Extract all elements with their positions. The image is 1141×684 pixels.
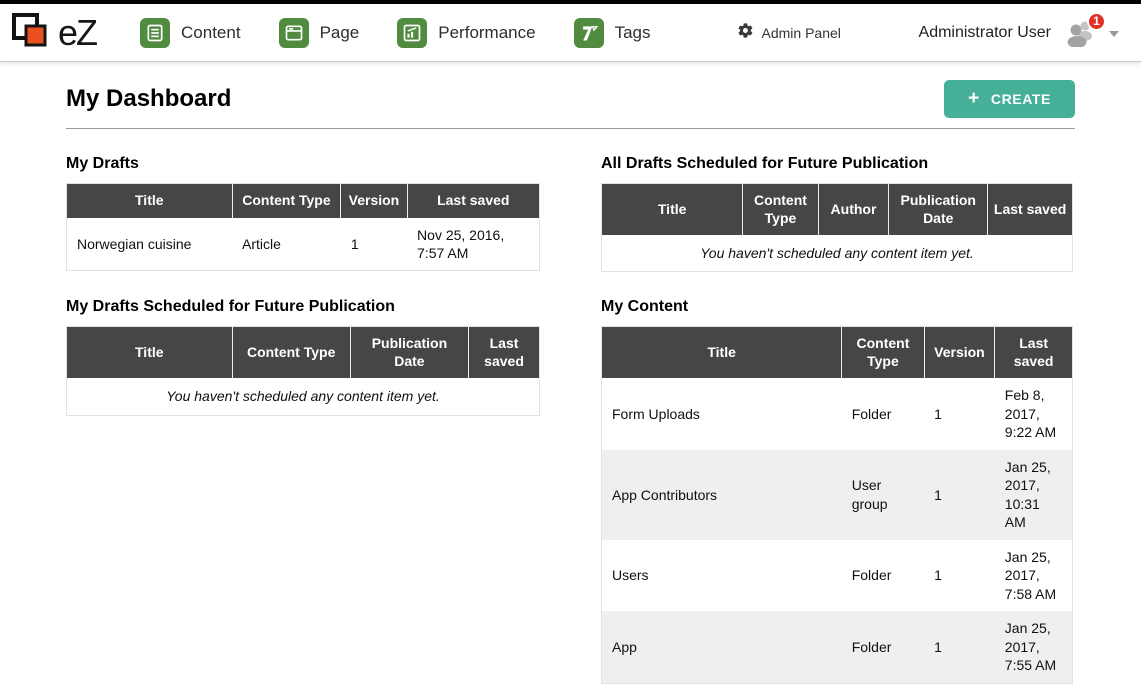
cell-title: Users [602,540,842,611]
cell-title: App Contributors [602,450,842,540]
panel-my-drafts-scheduled: My Drafts Scheduled for Future Publicati… [66,298,540,683]
ez-logo[interactable]: eZ [10,9,96,56]
cell-last-saved: Feb 8, 2017, 9:22 AM [995,378,1073,449]
table-header-row: Title Content Type Version Last saved [602,327,1073,379]
nav-label-page: Page [320,23,360,43]
table-row[interactable]: Users Folder 1 Jan 25, 2017, 7:58 AM [602,540,1073,611]
table-header-row: Title Content Type Version Last saved [67,184,540,218]
table-row[interactable]: Form Uploads Folder 1 Feb 8, 2017, 9:22 … [602,378,1073,449]
nav-label-tags: Tags [615,23,651,43]
nav-item-page[interactable]: Page [279,18,360,48]
panel-my-content: My Content Title Content Type Version La… [601,298,1073,683]
my-drafts-scheduled-table: Title Content Type Publication Date Last… [66,326,540,415]
column-header: Author [818,184,889,236]
cell-content-type: User group [842,450,924,540]
content-icon [140,18,170,48]
empty-state-message: You haven't scheduled any content item y… [602,235,1073,272]
cell-last-saved: Jan 25, 2017, 7:55 AM [995,611,1073,683]
nav-item-content[interactable]: Content [140,18,241,48]
column-header: Publication Date [350,327,468,379]
performance-chart-icon [397,18,427,48]
table-row[interactable]: Norwegian cuisine Article 1 Nov 25, 2016… [67,218,540,271]
nav-item-tags[interactable]: Tags [574,18,651,48]
column-header: Last saved [407,184,539,218]
panel-all-drafts-scheduled: All Drafts Scheduled for Future Publicat… [601,155,1073,272]
cell-version: 1 [924,378,995,449]
cell-content-type: Folder [842,540,924,611]
column-header: Publication Date [889,184,988,236]
cell-title: App [602,611,842,683]
column-header: Last saved [469,327,540,379]
column-header: Content Type [743,184,818,236]
chevron-down-icon [1109,31,1119,37]
admin-panel-label: Admin Panel [762,25,841,41]
tags-icon [574,18,604,48]
my-drafts-table: Title Content Type Version Last saved No… [66,183,540,271]
column-header: Content Type [842,327,924,379]
nav-label-performance: Performance [438,23,535,43]
my-content-table: Title Content Type Version Last saved Fo… [601,326,1073,683]
page-icon [279,18,309,48]
dashboard-main: My Dashboard + CREATE My Drafts Title Co… [0,80,1141,684]
ez-logo-text: eZ [58,15,96,51]
main-nav: Content Page Per [140,18,651,48]
table-row[interactable]: App Folder 1 Jan 25, 2017, 7:55 AM [602,611,1073,683]
my-content-heading: My Content [601,298,1073,316]
cell-last-saved: Nov 25, 2016, 7:57 AM [407,218,539,271]
cell-version: 1 [341,218,407,271]
table-header-row: Title Content Type Author Publication Da… [602,184,1073,236]
column-header: Title [67,327,233,379]
cell-version: 1 [924,611,995,683]
all-drafts-scheduled-heading: All Drafts Scheduled for Future Publicat… [601,155,1073,173]
column-header: Content Type [232,184,341,218]
page-title: My Dashboard [66,85,231,113]
ez-logo-icon [10,9,56,56]
column-header: Title [602,184,743,236]
cell-version: 1 [924,450,995,540]
cell-version: 1 [924,540,995,611]
cell-last-saved: Jan 25, 2017, 7:58 AM [995,540,1073,611]
panel-my-drafts: My Drafts Title Content Type Version Las… [66,155,540,272]
column-header: Last saved [988,184,1073,236]
dashboard-grid: My Drafts Title Content Type Version Las… [66,155,1075,684]
admin-panel-button[interactable]: Admin Panel [737,22,841,44]
empty-state-row: You haven't scheduled any content item y… [602,235,1073,272]
column-header: Content Type [232,327,350,379]
create-button-label: CREATE [991,91,1051,107]
user-name: Administrator User [919,24,1051,42]
my-drafts-heading: My Drafts [66,155,540,173]
cell-content-type: Article [232,218,341,271]
plus-icon: + [968,93,980,105]
avatar: 1 [1063,19,1097,47]
create-button[interactable]: + CREATE [944,80,1075,118]
column-header: Version [341,184,407,218]
empty-state-row: You haven't scheduled any content item y… [67,378,540,415]
table-header-row: Title Content Type Publication Date Last… [67,327,540,379]
my-drafts-scheduled-heading: My Drafts Scheduled for Future Publicati… [66,298,540,316]
cell-title: Form Uploads [602,378,842,449]
nav-item-performance[interactable]: Performance [397,18,535,48]
table-row[interactable]: App Contributors User group 1 Jan 25, 20… [602,450,1073,540]
column-header: Last saved [995,327,1073,379]
user-menu[interactable]: Administrator User 1 [919,19,1119,47]
page-header: My Dashboard + CREATE [66,80,1075,129]
column-header: Title [602,327,842,379]
cell-content-type: Folder [842,611,924,683]
cell-last-saved: Jan 25, 2017, 10:31 AM [995,450,1073,540]
empty-state-message: You haven't scheduled any content item y… [67,378,540,415]
nav-label-content: Content [181,23,241,43]
top-nav-bar: eZ Content Page [0,0,1141,62]
column-header: Title [67,184,233,218]
notification-badge[interactable]: 1 [1087,12,1106,31]
gear-icon [737,22,754,44]
cell-title: Norwegian cuisine [67,218,233,271]
cell-content-type: Folder [842,378,924,449]
all-drafts-scheduled-table: Title Content Type Author Publication Da… [601,183,1073,272]
column-header: Version [924,327,995,379]
